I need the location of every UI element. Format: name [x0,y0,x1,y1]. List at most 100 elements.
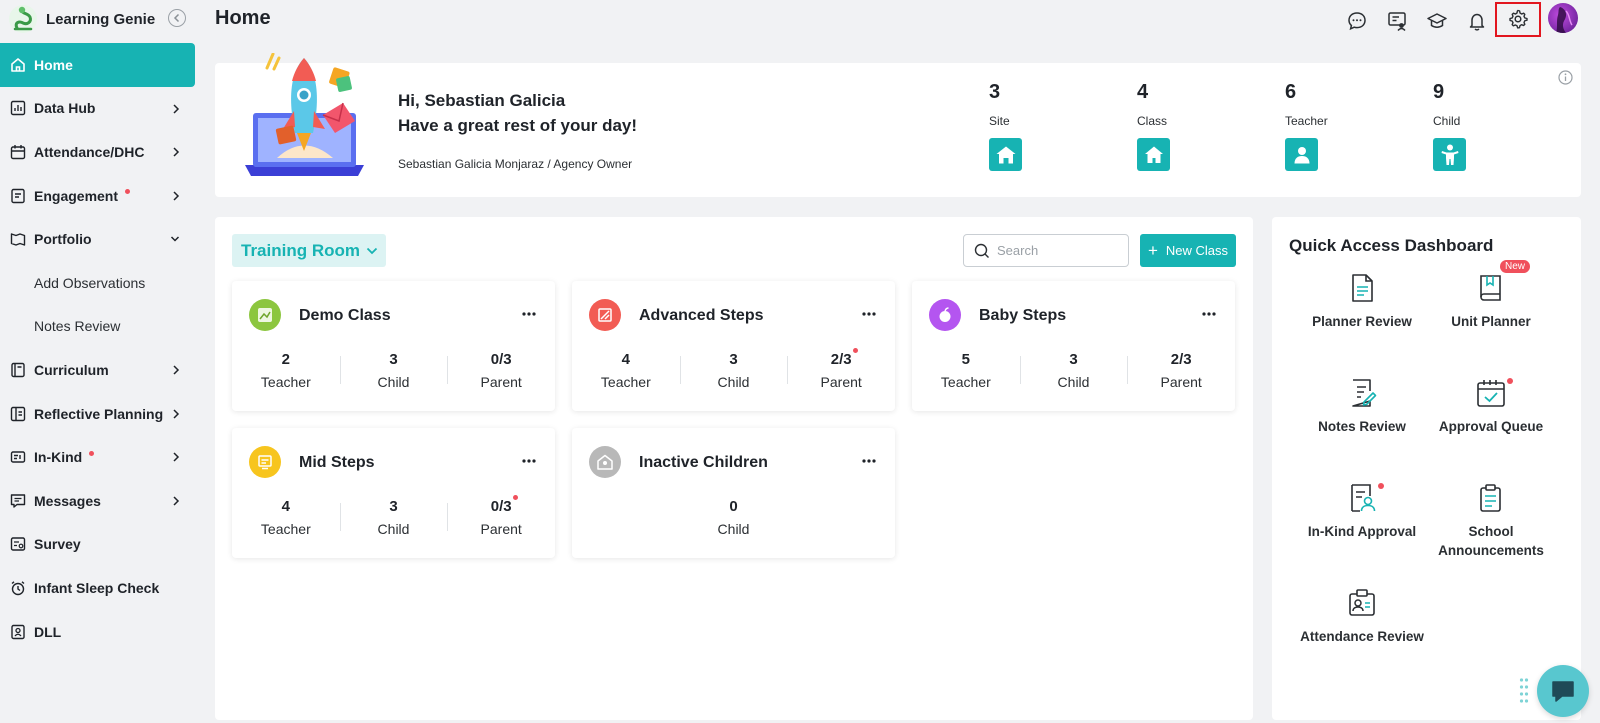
chevron-right-icon [173,365,180,375]
chevron-left-icon [173,13,180,23]
search-input[interactable] [997,243,1117,258]
class-avatar-icon [249,446,281,478]
greeting-block: Hi, Sebastian Galicia Have a great rest … [398,88,637,138]
sidebar: Learning Genie Home Data Hub Attendance/… [0,0,195,723]
info-icon[interactable] [1558,70,1573,85]
unit-planner-icon-wrap: New [1475,260,1531,304]
chat-bubble-icon[interactable] [1346,10,1368,32]
child-stat: 3 Child [339,498,448,537]
quick-access-approval-queue[interactable]: Approval Queue [1421,377,1561,436]
dll-icon [11,624,25,639]
child-label: Child [377,374,410,390]
sidebar-item-label: Add Observations [34,274,146,291]
chevron-down-icon [170,236,180,242]
app-name: Learning Genie [46,10,156,28]
parent-count: 2/3 [830,351,852,368]
quick-access-planner-review[interactable]: Planner Review [1292,272,1432,331]
class-stats: 0 Child [572,498,895,537]
sidebar-item-dll[interactable]: DLL [0,610,195,654]
class-name: Advanced Steps [639,307,764,324]
in-kind-icon [10,451,26,463]
stat-value: 4 [1137,81,1149,103]
teacher-count: 4 [621,351,630,368]
greeting-message: Have a great rest of your day! [398,116,638,135]
stat-value: 9 [1433,81,1445,103]
gear-icon[interactable] [1507,8,1529,30]
more-options-icon[interactable] [861,311,877,317]
parent-stat: 2/3 Parent [787,348,895,390]
graduation-cap-icon[interactable] [1426,10,1448,32]
sidebar-item-label: Reflective Planning [34,405,164,422]
more-options-icon[interactable] [1201,311,1217,317]
teacher-icon [1285,138,1318,171]
teacher-count: 2 [281,351,290,368]
class-card[interactable]: Advanced Steps 4 Teacher 3 Child 2/3 Parent [572,281,895,411]
teacher-label: Teacher [940,374,991,390]
chevron-right-icon [173,496,180,506]
sidebar-item-survey[interactable]: Survey [0,523,195,567]
stat-label: Class [1137,114,1168,128]
quick-access-unit-planner[interactable]: New Unit Planner [1421,260,1561,331]
sidebar-item-label: Messages [34,492,101,509]
in-kind-approval-icon-wrap [1346,482,1384,514]
class-card[interactable]: Demo Class 2 Teacher 3 Child 0/3 Parent [232,281,555,411]
notification-dot [1507,378,1513,384]
stat-class[interactable]: 4 Class [1137,81,1227,171]
quick-access-attendance-review[interactable]: Attendance Review [1292,587,1432,646]
sidebar-item-portfolio[interactable]: Portfolio [0,217,195,261]
calendar-check-icon [1477,380,1505,407]
brand[interactable]: Learning Genie [8,4,155,34]
notification-dot [1378,483,1384,489]
more-options-icon[interactable] [521,458,537,464]
classes-panel: Training Room + New Class Demo Class 2 Te… [215,217,1253,720]
quick-access-label: Approval Queue [1438,419,1544,434]
quick-access-in-kind-approval[interactable]: In-Kind Approval [1292,482,1432,541]
engagement-icon [11,188,25,203]
sidebar-item-in-kind[interactable]: In-Kind [0,435,195,479]
child-stat: 3 Child [679,351,788,390]
sidebar-item-home[interactable]: Home [0,43,195,87]
support-chat-button[interactable] [1537,665,1589,717]
sidebar-item-reflective-planning[interactable]: Reflective Planning [0,392,195,436]
child-stat: 0 Child [572,498,895,537]
chat-support-icon [1552,681,1574,702]
class-card[interactable]: Inactive Children 0 Child [572,428,895,558]
drag-handle-icon[interactable] [1519,677,1529,705]
room-dropdown[interactable]: Training Room [232,234,386,267]
sidebar-subitem-add-observations[interactable]: Add Observations [0,261,195,305]
class-card[interactable]: Baby Steps 5 Teacher 3 Child 2/3 Parent [912,281,1235,411]
chevron-right-icon [173,409,180,419]
stat-label: Child [1433,114,1461,128]
user-avatar[interactable] [1548,3,1578,33]
teacher-count: 5 [961,351,970,368]
sidebar-item-curriculum[interactable]: Curriculum [0,348,195,392]
sidebar-subitem-notes-review[interactable]: Notes Review [0,305,195,349]
quick-access-school-announcements[interactable]: School Announcements [1421,482,1561,560]
sidebar-item-messages[interactable]: Messages [0,479,195,523]
class-card[interactable]: Mid Steps 4 Teacher 3 Child 0/3 Parent [232,428,555,558]
sidebar-item-infant-sleep-check[interactable]: Infant Sleep Check [0,566,195,610]
training-icon[interactable] [1386,10,1408,32]
new-class-button[interactable]: + New Class [1140,234,1236,267]
sidebar-item-label: Data Hub [34,100,96,117]
quick-access-label: Attendance Review [1300,629,1424,644]
sidebar-item-engagement[interactable]: Engagement [0,174,195,218]
stat-teacher[interactable]: 6 Teacher [1285,81,1375,171]
child-label: Child [1057,374,1090,390]
collapse-sidebar-button[interactable] [168,9,186,27]
attendance-review-icon [1349,589,1375,616]
teacher-label: Teacher [260,374,311,390]
user-role: Sebastian Galicia Monjaraz / Agency Owne… [398,157,633,171]
site-icon [989,138,1022,171]
sidebar-item-data-hub[interactable]: Data Hub [0,87,195,131]
quick-access-notes-review[interactable]: Notes Review [1292,377,1432,436]
sidebar-item-attendance[interactable]: Attendance/DHC [0,130,195,174]
class-stats: 2 Teacher 3 Child 0/3 Parent [232,351,555,390]
bell-icon[interactable] [1466,10,1488,32]
more-options-icon[interactable] [861,458,877,464]
more-options-icon[interactable] [521,311,537,317]
stat-child[interactable]: 9 Child [1433,81,1523,171]
class-avatar-icon [589,299,621,331]
class-icon [1137,138,1170,171]
stat-site[interactable]: 3 Site [989,81,1079,171]
